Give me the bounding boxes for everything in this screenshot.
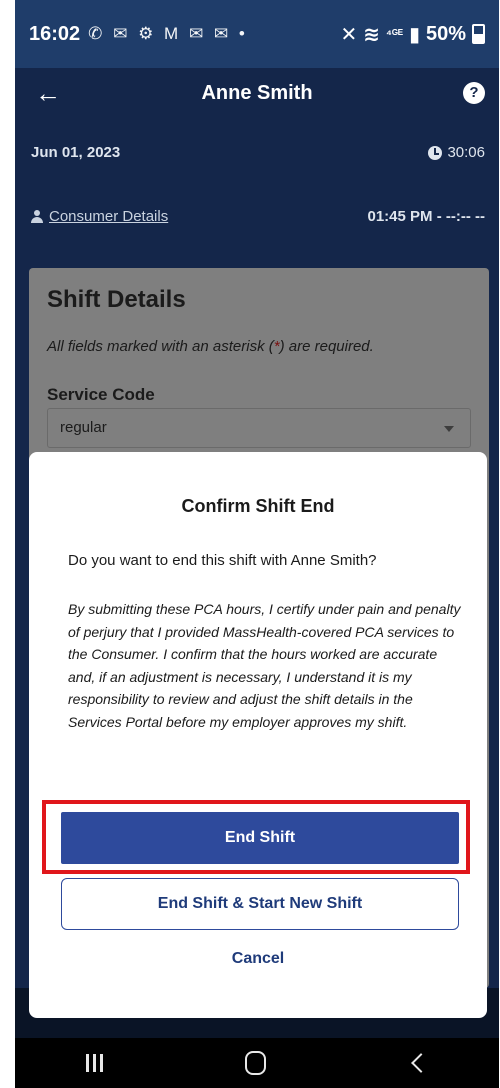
network-type: ⁴ᴳᴱ — [386, 27, 403, 41]
end-shift-start-new-button[interactable]: End Shift & Start New Shift — [61, 878, 459, 930]
back-icon[interactable] — [411, 1053, 431, 1073]
service-code-select[interactable]: regular — [47, 408, 471, 448]
recents-icon[interactable] — [86, 1054, 103, 1072]
attestation-text: By submitting these PCA hours, I certify… — [68, 601, 461, 730]
battery-percent: 50% — [425, 22, 466, 45]
screenshot-margin — [0, 0, 15, 1088]
android-nav-bar — [15, 1038, 499, 1088]
card-title: Shift Details — [47, 286, 186, 313]
service-code-label: Service Code — [47, 385, 155, 404]
notification-icons: ✆ ✉ ⚙ M ✉ ✉ • — [88, 24, 248, 43]
shift-date: Jun 01, 2023 — [31, 144, 121, 161]
confirm-shift-end-dialog: Confirm Shift End Do you want to end thi… — [29, 452, 487, 1018]
note-suffix: ) are required. — [279, 338, 374, 355]
required-fields-note: All fields marked with an asterisk (*) a… — [47, 338, 374, 355]
mute-icon: ✕ — [340, 23, 358, 46]
shift-time-range: 01:45 PM - --:-- -- — [367, 208, 486, 225]
dialog-title: Confirm Shift End — [181, 496, 335, 516]
note-prefix: All fields marked with an asterisk ( — [47, 338, 274, 355]
consumer-details-label: Consumer Details — [49, 208, 169, 225]
status-right: ✕ ≋ ⁴ᴳᴱ ▮ 50% — [340, 22, 485, 47]
consumer-details-link[interactable]: Consumer Details — [31, 208, 168, 225]
phone-screen: 16:02 ✆ ✉ ⚙ M ✉ ✉ • ✕ ≋ ⁴ᴳᴱ ▮ 50% ← Anne… — [15, 0, 499, 1088]
page-title: Anne Smith — [201, 82, 313, 104]
shift-timer: 30:06 — [428, 144, 485, 161]
service-code-value: regular — [60, 419, 107, 436]
help-icon[interactable]: ? — [463, 82, 485, 104]
battery-icon — [472, 24, 485, 44]
highlight-box — [42, 800, 470, 874]
home-icon[interactable] — [245, 1051, 266, 1075]
status-time: 16:02 — [29, 22, 81, 45]
dialog-question: Do you want to end this shift with Anne … — [68, 552, 377, 569]
person-icon — [31, 210, 43, 223]
clock-icon — [428, 145, 443, 160]
app-header: ← Anne Smith ? Jun 01, 2023 30:06 Consum… — [15, 68, 499, 270]
wifi-icon: ≋ — [363, 23, 380, 46]
cancel-button[interactable]: Cancel — [29, 950, 487, 968]
timer-value: 30:06 — [447, 144, 485, 161]
signal-icon: ▮ — [408, 23, 420, 46]
chevron-down-icon — [444, 426, 454, 432]
status-bar: 16:02 ✆ ✉ ⚙ M ✉ ✉ • ✕ ≋ ⁴ᴳᴱ ▮ 50% — [15, 0, 499, 68]
